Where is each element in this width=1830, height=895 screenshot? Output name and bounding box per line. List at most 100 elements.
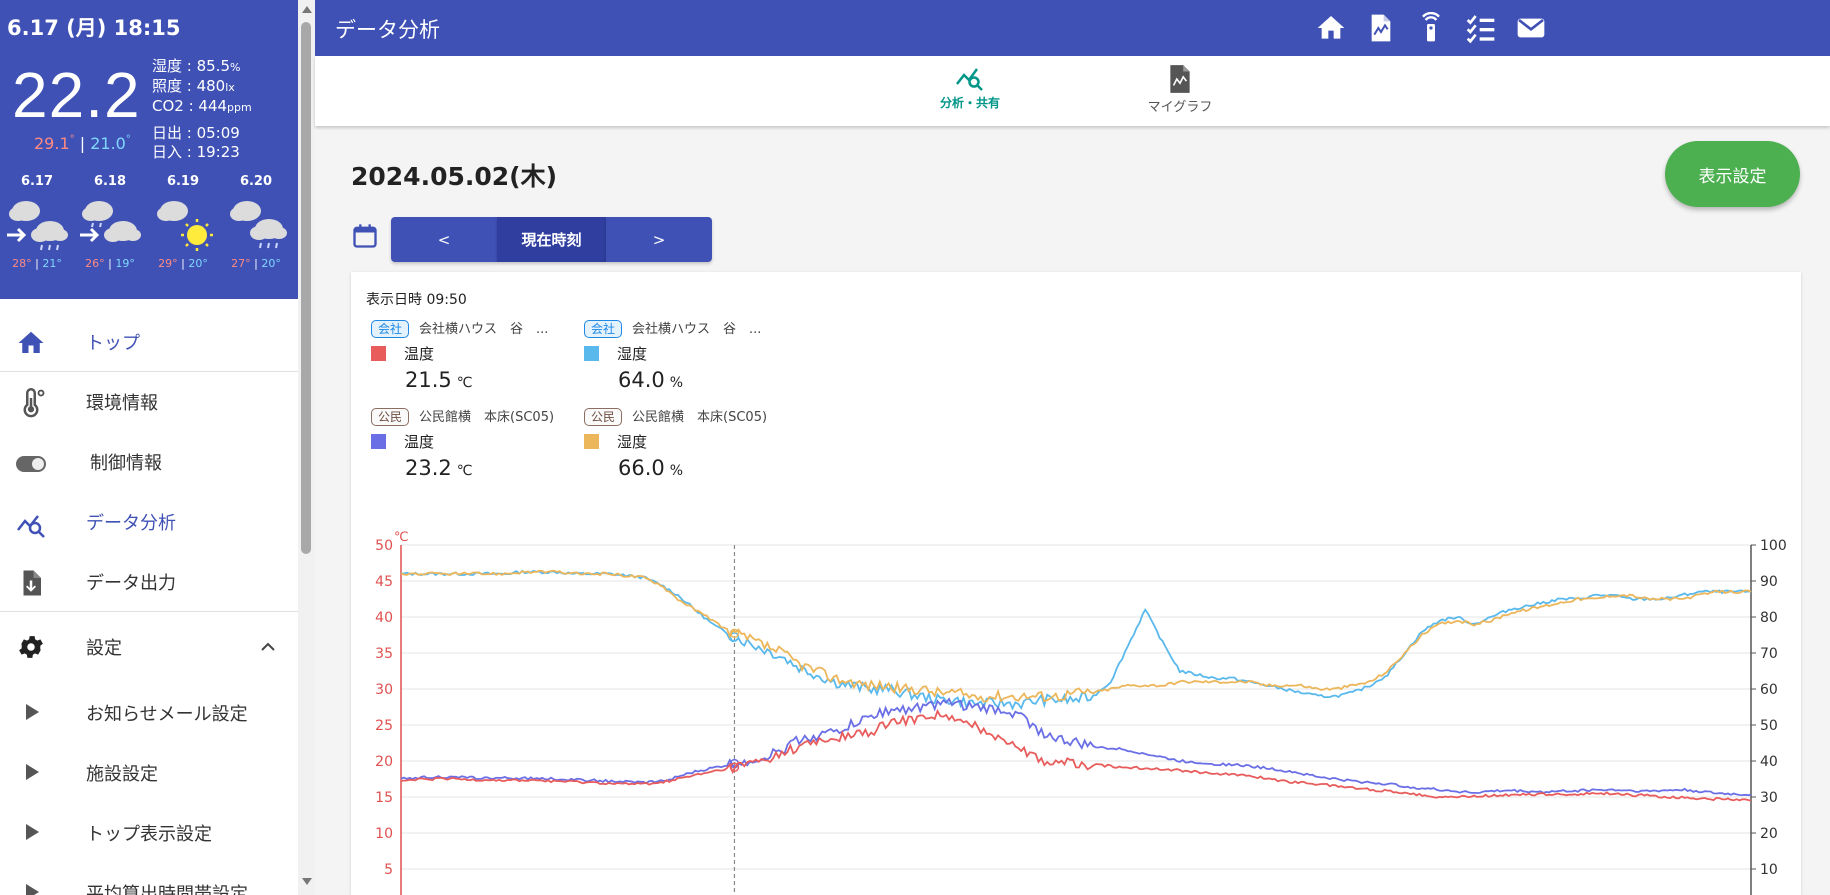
- sidebar-nav: トップ 環境情報 制御情報 データ分析 データ出力 設定 お知らせメール設定 施…: [0, 312, 298, 895]
- scroll-down-icon[interactable]: [302, 878, 312, 885]
- sidebar-subitem-label: 平均算出時間帯設定: [86, 884, 248, 895]
- forecast-day: 6.18 26° | 19°: [74, 174, 146, 270]
- home-icon: [18, 331, 44, 353]
- scroll-up-icon[interactable]: [302, 6, 312, 13]
- legend-metric: 温度: [404, 345, 435, 363]
- previous-button[interactable]: <: [391, 217, 497, 262]
- humidity-value: 湿度 : 85.5: [152, 57, 230, 75]
- sidebar-item-environment[interactable]: 環境情報: [0, 372, 298, 432]
- sidebar-subitem-average-time-settings[interactable]: 平均算出時間帯設定: [0, 862, 298, 895]
- y-tick-label-right: 80: [1760, 610, 1778, 626]
- series-line: [400, 697, 1752, 797]
- illuminance-value: 照度 : 480: [152, 77, 226, 95]
- sidebar-subitem-facility-settings[interactable]: 施設設定: [0, 742, 298, 802]
- mail-icon[interactable]: [1515, 12, 1547, 44]
- y-tick-label-right: 90: [1760, 574, 1778, 590]
- tab-label: マイグラフ: [1147, 100, 1213, 115]
- y-tick-label-left: 15: [375, 790, 393, 806]
- cloud-to-rain-icon: [80, 201, 141, 243]
- sunset: 日入 : 19:23: [152, 143, 240, 161]
- home-icon[interactable]: [1315, 12, 1347, 44]
- cloud-to-rain-icon: [7, 201, 68, 251]
- forecast-day: 6.17 28° | 21°: [1, 174, 73, 270]
- sidebar-subitem-top-display-settings[interactable]: トップ表示設定: [0, 802, 298, 862]
- y-axis-unit: ℃: [394, 530, 409, 545]
- sidebar-item-data-analysis[interactable]: データ分析: [0, 492, 298, 552]
- triangle-right-icon: [26, 764, 39, 780]
- legend-swatch: [584, 346, 599, 361]
- sidebar-item-label: トップ: [86, 332, 140, 354]
- sidebar-item-label: 設定: [86, 638, 122, 659]
- chart-file-icon[interactable]: [1365, 12, 1397, 44]
- weather-stats: 湿度 : 85.5% 照度 : 480lx CO2 : 444ppm: [152, 57, 252, 115]
- sidebar-item-data-export[interactable]: データ出力: [0, 552, 298, 612]
- facility-badge: 会社: [371, 320, 410, 338]
- y-tick-label-left: 5: [384, 862, 393, 878]
- chevron-up-icon[interactable]: [260, 640, 276, 652]
- high-low-temperature: 29.1° | 21.0°: [34, 134, 131, 153]
- app-header: データ分析: [315, 0, 1830, 56]
- legend-metric: 温度: [404, 433, 435, 451]
- y-tick-label-right: 10: [1760, 862, 1778, 878]
- current-temperature: 22.2: [12, 59, 141, 131]
- analytics-icon: [956, 68, 983, 91]
- thermometer-icon: [23, 388, 45, 418]
- analytics-icon: [17, 515, 45, 538]
- sidebar-item-label: 環境情報: [86, 393, 158, 414]
- sidebar-subitem-label: トップ表示設定: [86, 824, 212, 845]
- tab-analysis-share[interactable]: 分析・共有: [915, 64, 1025, 111]
- selected-date: 2024.05.02(木): [351, 162, 558, 191]
- y-tick-label-right: 40: [1760, 754, 1778, 770]
- sidebar-item-top[interactable]: トップ: [0, 312, 298, 372]
- legend-value: 23.2: [405, 456, 452, 480]
- weather-panel: 6.17 (月) 18:15 22.2 29.1° | 21.0° 湿度 : 8…: [0, 0, 298, 299]
- tab-label: 分析・共有: [939, 96, 1000, 110]
- next-button[interactable]: >: [606, 217, 712, 262]
- sidebar-item-settings[interactable]: 設定: [0, 612, 298, 682]
- sidebar-subitem-label: 施設設定: [86, 764, 158, 785]
- display-settings-button[interactable]: 表示設定: [1665, 141, 1800, 207]
- toggle-icon: [16, 456, 46, 472]
- sidebar-scrollbar[interactable]: [298, 0, 315, 895]
- forecast-day: 6.19 29° | 20°: [147, 174, 219, 270]
- y-tick-label-right: 20: [1760, 826, 1778, 842]
- chart-file-icon: [1170, 65, 1190, 93]
- legend-location: 会社横ハウス 谷 ...: [419, 322, 549, 337]
- sidebar-item-control[interactable]: 制御情報: [0, 432, 298, 492]
- triangle-right-icon: [26, 704, 39, 720]
- checklist-icon[interactable]: [1465, 12, 1497, 44]
- series-line: [400, 569, 1752, 711]
- y-tick-label-right: 50: [1760, 718, 1778, 734]
- sidebar-item-label: 制御情報: [90, 453, 162, 474]
- legend-swatch: [371, 346, 386, 361]
- app-root: 6.17 (月) 18:15 22.2 29.1° | 21.0° 湿度 : 8…: [0, 0, 1830, 895]
- remote-icon[interactable]: [1415, 12, 1447, 44]
- co2-value: CO2 : 444: [152, 97, 228, 115]
- cloud-rain-icon: [230, 201, 287, 249]
- sidebar-item-label: データ分析: [86, 513, 176, 534]
- legend-value: 21.5: [405, 368, 452, 392]
- line-chart[interactable]: 50 45 40 35 30 25 20 15 10 5 ℃ 100 90 80 70 60 50 40 30 20 1…: [351, 515, 1801, 895]
- cloud-sun-icon: [157, 201, 213, 251]
- scrollbar-thumb[interactable]: [301, 22, 311, 554]
- y-tick-label-left: 50: [375, 538, 393, 554]
- y-tick-label-left: 25: [375, 718, 393, 734]
- y-tick-label-right: 60: [1760, 682, 1778, 698]
- series-line: [400, 708, 1752, 802]
- calendar-icon[interactable]: [351, 222, 379, 250]
- y-tick-label-left: 40: [375, 610, 393, 626]
- tab-my-graph[interactable]: マイグラフ: [1125, 64, 1235, 115]
- sidebar-subitem-mail-settings[interactable]: お知らせメール設定: [0, 682, 298, 742]
- download-file-icon: [23, 570, 41, 596]
- legend-metric: 湿度: [617, 345, 648, 363]
- y-tick-label-left: 10: [375, 826, 393, 842]
- facility-badge: 公民: [371, 408, 410, 426]
- y-tick-label-right: 70: [1760, 646, 1778, 662]
- legend-location: 公民館横 本床(SC05): [419, 410, 555, 425]
- current-time-button[interactable]: 現在時刻: [497, 217, 606, 262]
- sunrise: 日出 : 05:09: [152, 124, 240, 142]
- legend-location: 公民館横 本床(SC05): [632, 410, 768, 425]
- legend-metric: 湿度: [617, 433, 648, 451]
- facility-badge: 会社: [584, 320, 623, 338]
- forecast-day: 6.20 27° | 20°: [220, 174, 292, 270]
